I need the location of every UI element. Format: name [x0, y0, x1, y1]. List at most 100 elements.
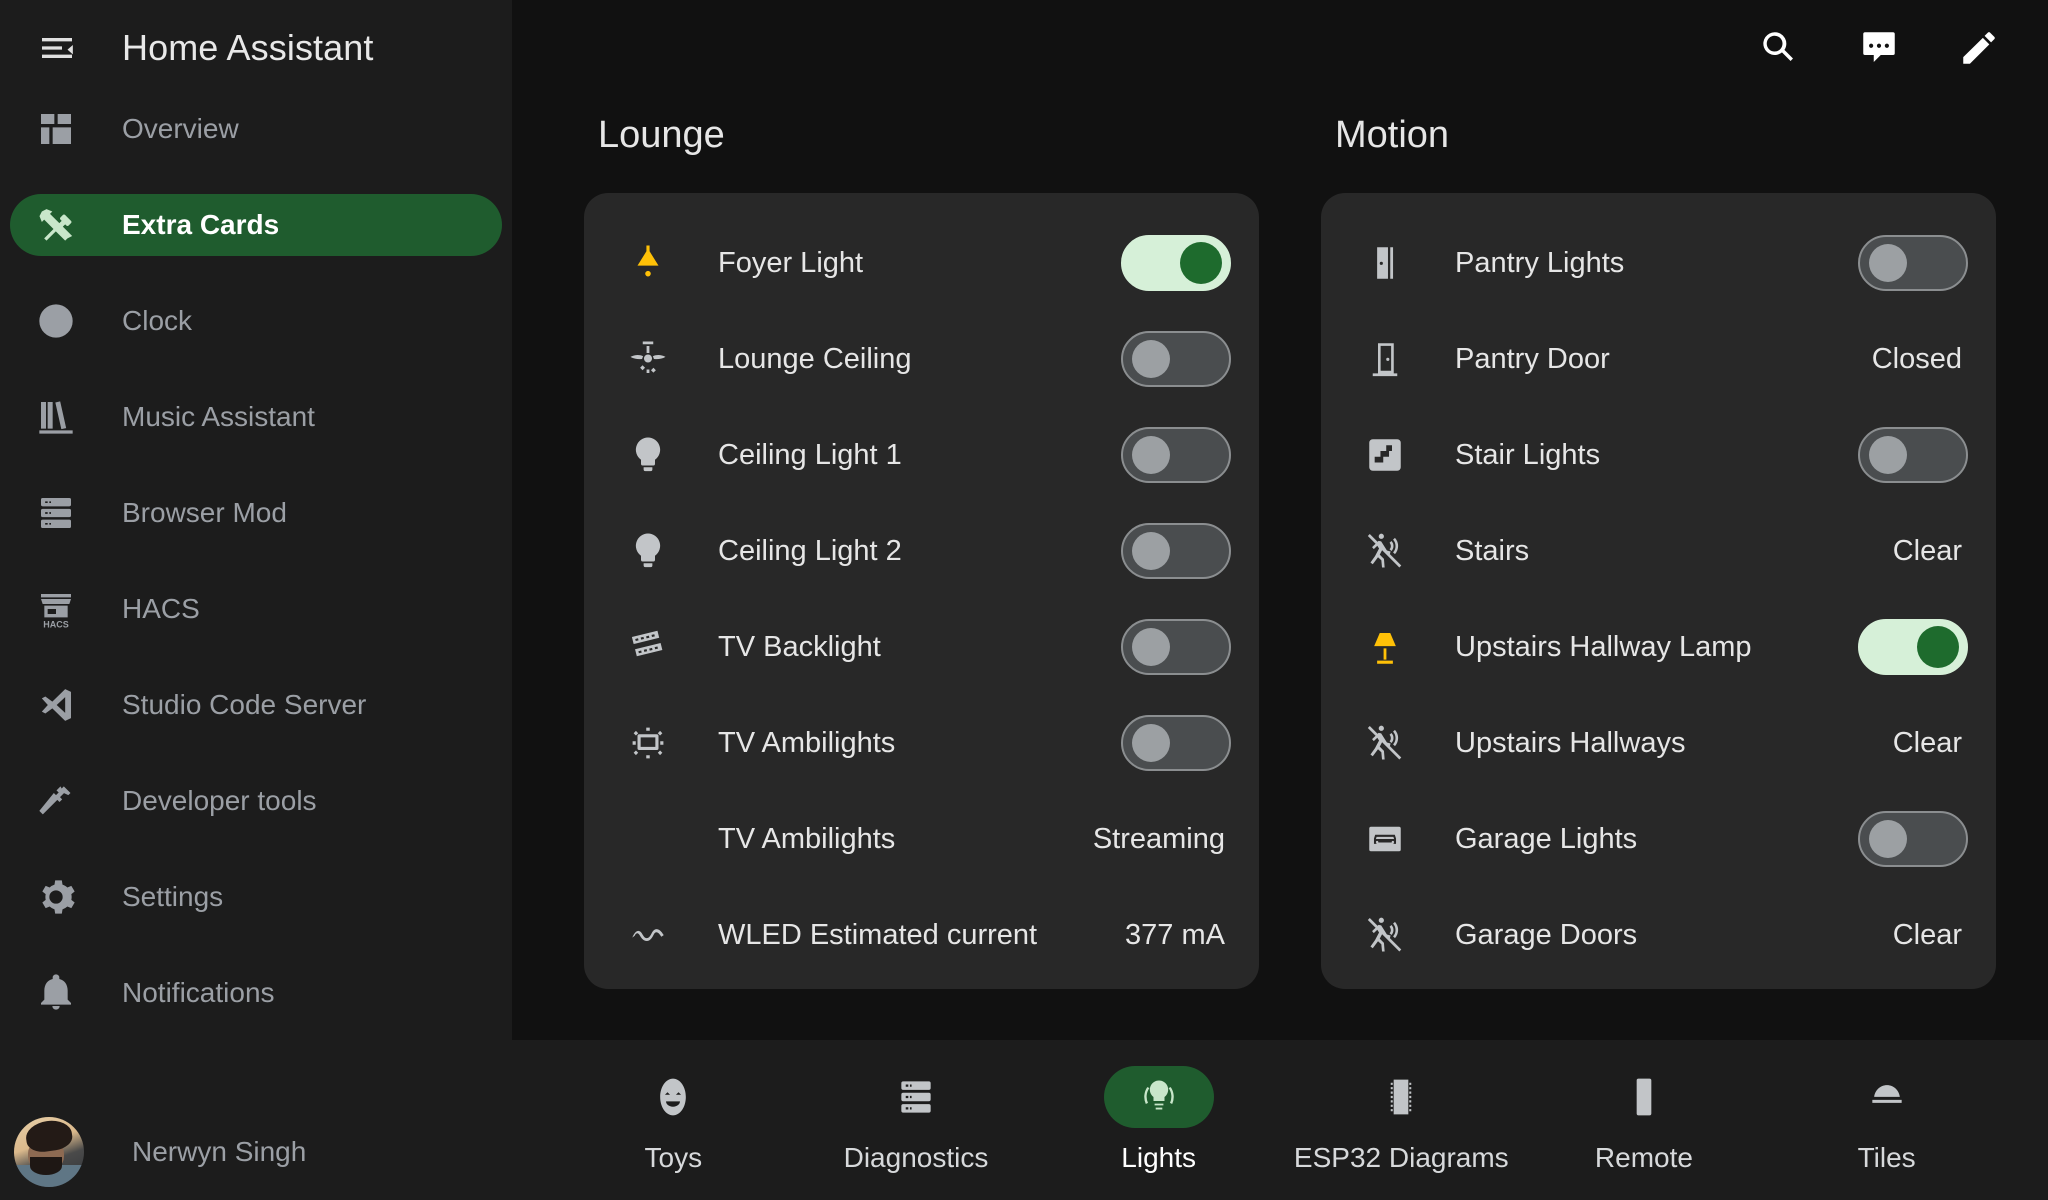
app-title: Home Assistant [122, 27, 374, 68]
sidebar-item-studio-code-server[interactable]: Studio Code Server [10, 674, 502, 736]
sidebar-header: Home Assistant [0, 0, 512, 96]
bottom-nav-item-esp32-diagrams[interactable]: ESP32 Diagrams [1294, 1066, 1509, 1174]
top-toolbar [512, 0, 2048, 96]
column-motion: Motion Pantry Lights Pantry Door Closed … [1321, 96, 2048, 1040]
current-ac-icon [624, 911, 672, 959]
entity-row-tv-ambilights-state[interactable]: TV Ambilights Streaming [584, 791, 1259, 887]
television-ambient-icon [624, 719, 672, 767]
bottom-nav-label: Lights [1121, 1142, 1196, 1173]
entity-row-pantry-lights[interactable]: Pantry Lights [1321, 215, 1996, 311]
bottom-nav-item-tiles[interactable]: Tiles [1787, 1066, 1987, 1174]
bottom-nav-item-lights[interactable]: Lights [1059, 1066, 1259, 1174]
lightbulb-group-icon [1103, 1066, 1214, 1128]
entity-name: WLED Estimated current [718, 918, 1038, 951]
sidebar-item-notifications[interactable]: Notifications [10, 962, 502, 1024]
entity-name: Upstairs Hallway Lamp [1455, 630, 1752, 663]
bottom-navigation: Toys Diagnostics Lights ESP32 Diagrams R… [512, 1040, 2048, 1200]
view-dashboard-icon [34, 107, 78, 151]
entity-state: Clear [1892, 534, 1962, 567]
toggle-switch[interactable] [1121, 619, 1231, 675]
entity-row-ceiling-light-2[interactable]: Ceiling Light 2 [584, 503, 1259, 599]
bottom-nav-item-toys[interactable]: Toys [573, 1066, 773, 1174]
sidebar-item-settings[interactable]: Settings [10, 866, 502, 928]
bottom-nav-label: Diagnostics [843, 1142, 989, 1173]
toggle-switch[interactable] [1121, 235, 1231, 291]
entity-row-tv-ambilights-toggle[interactable]: TV Ambilights [584, 695, 1259, 791]
entity-name: Garage Doors [1455, 918, 1638, 951]
toggle-switch[interactable] [1121, 331, 1231, 387]
emoticon-icon [618, 1066, 728, 1128]
entity-state: Closed [1871, 342, 1962, 375]
motion-sensor-off-icon [1361, 527, 1409, 575]
entity-state: Clear [1892, 726, 1962, 759]
sidebar-item-extra-cards[interactable]: Extra Cards [10, 194, 502, 256]
card-motion: Pantry Lights Pantry Door Closed Stair L… [1321, 193, 1996, 989]
entity-row-garage-lights[interactable]: Garage Lights [1321, 791, 1996, 887]
toggle-switch[interactable] [1121, 427, 1231, 483]
garage-icon [1361, 815, 1409, 863]
entity-row-wled-estimated-current[interactable]: WLED Estimated current 377 mA [584, 887, 1259, 983]
toggle-switch[interactable] [1858, 235, 1968, 291]
entity-row-ceiling-light-1[interactable]: Ceiling Light 1 [584, 407, 1259, 503]
entity-name: Lounge Ceiling [718, 342, 912, 375]
sidebar-item-hacs[interactable]: HACS HACS [10, 578, 502, 640]
sidebar-item-label: Extra Cards [122, 209, 280, 240]
bell-icon [34, 971, 78, 1015]
sidebar-item-clock[interactable]: Clock [10, 290, 502, 352]
search-icon[interactable] [1748, 17, 1810, 79]
lightbulb-icon [624, 527, 672, 575]
main-area: Lounge Foyer Light Lounge Ceiling Ceilin… [512, 0, 2048, 1200]
entity-state: Streaming [1092, 822, 1225, 855]
entity-name: Stairs [1455, 534, 1530, 567]
sidebar: Home Assistant Overview Extra Cards Cloc [0, 0, 512, 1200]
chip-icon [1346, 1066, 1456, 1128]
sidebar-item-label: Clock [122, 305, 193, 336]
toggle-switch[interactable] [1858, 427, 1968, 483]
lightbulb-icon [624, 431, 672, 479]
sidebar-item-label: Settings [122, 881, 224, 912]
entity-row-garage-doors[interactable]: Garage Doors Clear [1321, 887, 1996, 983]
column-lounge: Lounge Foyer Light Lounge Ceiling Ceilin… [512, 96, 1259, 1040]
card-lounge: Foyer Light Lounge Ceiling Ceiling Light… [584, 193, 1259, 989]
entity-name: TV Ambilights [718, 726, 896, 759]
motion-sensor-off-icon [1361, 719, 1409, 767]
entity-row-stair-lights[interactable]: Stair Lights [1321, 407, 1996, 503]
entity-row-stairs[interactable]: Stairs Clear [1321, 503, 1996, 599]
sidebar-item-music-assistant[interactable]: Music Assistant [10, 386, 502, 448]
sidebar-item-developer-tools[interactable]: Developer tools [10, 770, 502, 832]
sidebar-item-label: Studio Code Server [122, 689, 367, 720]
stairs-icon [1361, 431, 1409, 479]
bottom-nav-label: Tiles [1857, 1142, 1916, 1173]
entity-row-upstairs-hallways[interactable]: Upstairs Hallways Clear [1321, 695, 1996, 791]
pencil-icon[interactable] [1948, 17, 2010, 79]
entity-row-lounge-ceiling[interactable]: Lounge Ceiling [584, 311, 1259, 407]
toggle-switch[interactable] [1121, 523, 1231, 579]
toggle-switch[interactable] [1858, 811, 1968, 867]
entity-name: TV Ambilights [718, 822, 896, 855]
conversation-icon[interactable] [1848, 17, 1910, 79]
entity-row-upstairs-hallway-lamp[interactable]: Upstairs Hallway Lamp [1321, 599, 1996, 695]
entity-row-tv-backlight[interactable]: TV Backlight [584, 599, 1259, 695]
entity-name: TV Backlight [718, 630, 881, 663]
toggle-switch[interactable] [1121, 715, 1231, 771]
entity-row-pantry-door[interactable]: Pantry Door Closed [1321, 311, 1996, 407]
dome-light-icon [1832, 1066, 1942, 1128]
bottom-nav-item-remote[interactable]: Remote [1544, 1066, 1744, 1174]
entity-name: Ceiling Light 2 [718, 534, 902, 567]
bottom-nav-item-diagnostics[interactable]: Diagnostics [816, 1066, 1016, 1174]
entity-name: Stair Lights [1455, 438, 1601, 471]
bottom-nav-label: ESP32 Diagrams [1293, 1142, 1509, 1173]
sidebar-item-browser-mod[interactable]: Browser Mod [10, 482, 502, 544]
bottom-nav-label: Toys [644, 1142, 703, 1173]
toggle-switch[interactable] [1858, 619, 1968, 675]
entity-row-foyer-light[interactable]: Foyer Light [584, 215, 1259, 311]
sidebar-item-label: Notifications [122, 977, 275, 1008]
entity-state: 377 mA [1125, 918, 1225, 951]
hamburger-collapse-icon[interactable] [26, 17, 88, 79]
entity-name: Pantry Lights [1455, 246, 1625, 279]
sidebar-user-profile[interactable]: Nerwyn Singh [0, 1104, 512, 1200]
sidebar-item-overview[interactable]: Overview [10, 98, 502, 160]
sidebar-item-label: Overview [122, 113, 239, 144]
sidebar-item-label: HACS [122, 593, 200, 624]
bottom-nav-label: Remote [1594, 1142, 1693, 1173]
